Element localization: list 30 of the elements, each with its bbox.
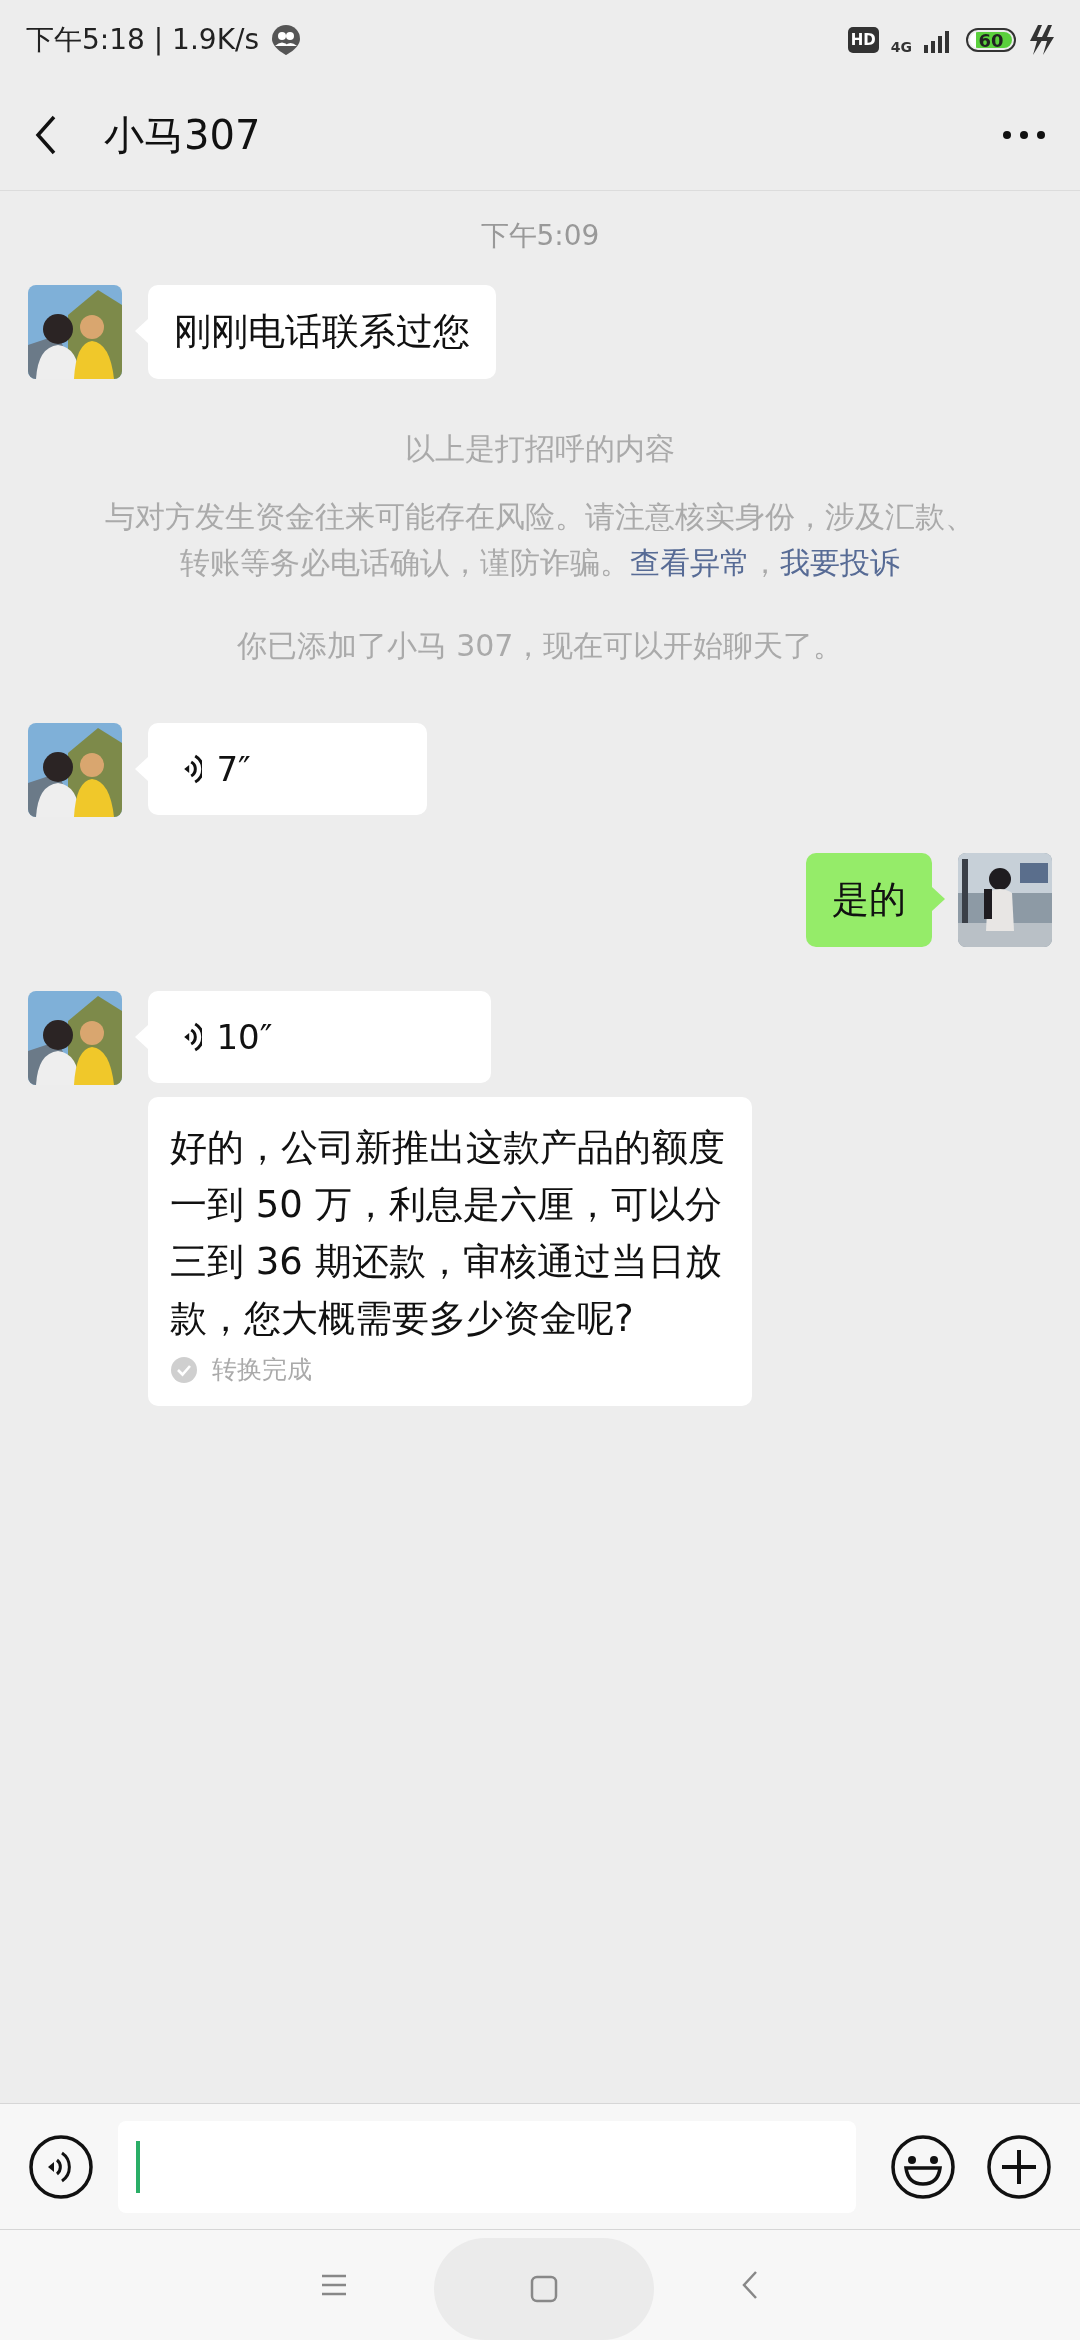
warning-link[interactable]: 查看异常: [630, 545, 750, 580]
bubble-tail: [932, 887, 945, 911]
emoji-icon: [890, 2133, 956, 2200]
timestamp: 下午5:09: [480, 218, 600, 254]
menu-icon: [320, 2273, 348, 2297]
status-time: 下午5:18 | 1.9K/s: [26, 22, 260, 58]
back-icon: [34, 115, 58, 155]
voice-icon: [182, 1020, 203, 1054]
voice-icon: [182, 752, 203, 786]
charging-icon: [1028, 25, 1054, 55]
transcript-status: 转换完成: [212, 1354, 312, 1386]
system-notice: 以上是打招呼的内容: [405, 430, 675, 468]
people-icon: [271, 24, 302, 56]
network-label: 4G: [890, 39, 912, 55]
voice-message[interactable]: 7″: [148, 723, 428, 815]
more-icon: [1002, 130, 1046, 140]
hd-badge: HD: [847, 27, 879, 53]
check-icon: [170, 1355, 198, 1384]
add-icon: [986, 2133, 1052, 2200]
voice-icon: [28, 2133, 94, 2200]
message-input-field[interactable]: [118, 2120, 856, 2213]
system-notice: 你已添加了小马 307，现在可以开始聊天了。: [236, 627, 844, 665]
back-icon: [740, 2269, 760, 2301]
transcript-text: 好的，公司新推出这款产品的额度一到 50 万，利息是六厘，可以分三到 36 期还款，审核通过当日放款，您大概需要多少资金呢?: [170, 1125, 726, 1342]
home-icon: [530, 2275, 558, 2303]
warning-link[interactable]: 我要投诉: [780, 545, 900, 580]
battery-indicator: 60: [966, 28, 1016, 52]
voice-message[interactable]: 10″: [148, 991, 491, 1083]
risk-warning: 与对方发生资金往来可能存在风险。请注意核实身份，涉及汇款、转账等务必电话确认，谨防诈骗。查看异常，我要投诉: [104, 498, 976, 582]
chat-title: 小马307: [104, 110, 262, 160]
